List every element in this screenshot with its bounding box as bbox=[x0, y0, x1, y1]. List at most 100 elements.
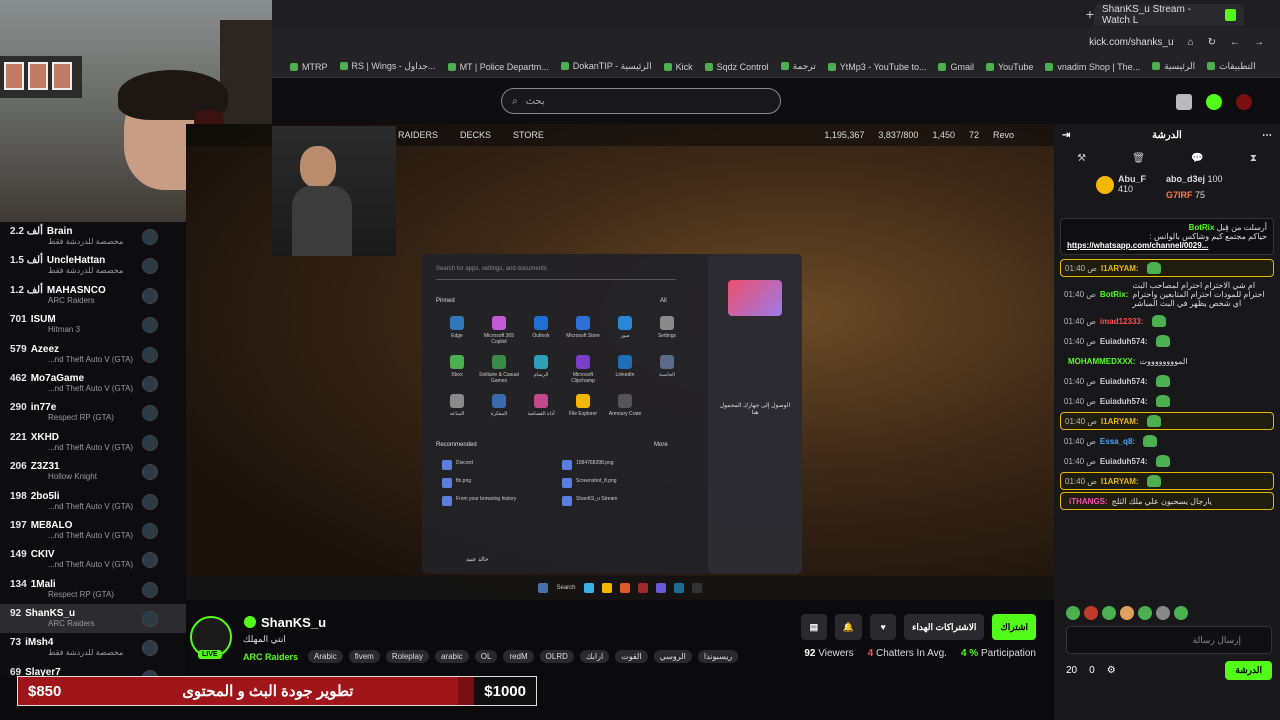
chat-message[interactable]: 01:40 ص Euiaduh574: bbox=[1060, 392, 1274, 410]
bookmark-item[interactable]: Sqdz Control bbox=[705, 62, 769, 72]
chat-message[interactable]: MOHAMMEDXXX: المووووووووت bbox=[1060, 352, 1274, 370]
stream-tag[interactable]: Roleplay bbox=[385, 650, 429, 663]
notification-bell-icon[interactable]: 🔔 bbox=[834, 614, 863, 640]
gift-subs-button[interactable]: الاشتراكات الهداء bbox=[904, 614, 985, 640]
reload-icon[interactable]: ↻ bbox=[1208, 37, 1216, 48]
picture-frame bbox=[4, 62, 24, 90]
back-icon[interactable]: ← bbox=[1230, 37, 1240, 48]
stream-tag[interactable]: arabic bbox=[434, 650, 469, 663]
clip-icon[interactable]: ▤ bbox=[800, 614, 827, 640]
bookmark-item[interactable]: MTRP bbox=[290, 62, 328, 72]
leaderboard-row[interactable]: 1.5 ألف UncleHattan مخصصة للدردشة فقط bbox=[0, 251, 186, 280]
bookmark-item[interactable]: vnadim Shop | The... bbox=[1045, 62, 1140, 72]
bookmark-item[interactable]: YtMp3 - YouTube to... bbox=[828, 62, 927, 72]
chat-message[interactable]: 01:40 ص Euiaduh574: bbox=[1060, 452, 1274, 470]
message-user[interactable]: Euiaduh574: bbox=[1100, 337, 1148, 346]
stream-tag[interactable]: OL bbox=[474, 650, 498, 663]
message-user[interactable]: I1ARYAM: bbox=[1101, 477, 1139, 486]
collapse-chat-icon[interactable]: ⇥ bbox=[1062, 130, 1070, 141]
bookmark-item[interactable]: ترجمة bbox=[781, 61, 816, 72]
chat-message[interactable]: 01:40 ص Euiaduh574: bbox=[1060, 332, 1274, 350]
new-tab-icon[interactable]: + bbox=[1086, 6, 1094, 22]
bookmark-item[interactable]: MT | Police Departm... bbox=[448, 62, 549, 72]
bookmark-item[interactable]: RS | Wings - جداول... bbox=[340, 61, 436, 72]
subscribe-button[interactable]: اشتراك bbox=[992, 614, 1036, 640]
leaderboard-row[interactable]: 149 CKIV ...nd Theft Auto V (GTA) bbox=[0, 545, 186, 574]
stream-tag[interactable]: redM bbox=[503, 650, 534, 663]
user-avatar[interactable] bbox=[1236, 94, 1252, 110]
recommended-item: Discord bbox=[442, 460, 562, 470]
bookmark-item[interactable]: DokanTIP - الرئيسية bbox=[561, 61, 652, 72]
chat-message[interactable]: 01:40 ص Euiaduh574: bbox=[1060, 372, 1274, 390]
emote-icon bbox=[1155, 335, 1170, 347]
url-text[interactable]: kick.com/shanks_u bbox=[1089, 37, 1173, 48]
search-input[interactable]: ⌕ بحث bbox=[501, 88, 781, 114]
forward-icon[interactable]: → bbox=[1254, 37, 1264, 48]
stream-tag[interactable]: Arabic bbox=[308, 650, 343, 663]
pinned-link[interactable]: https://whatsapp.com/channel/0029... bbox=[1067, 241, 1267, 250]
leaderboard-row[interactable]: 92 ShanKS_u ARC Raiders bbox=[0, 604, 186, 634]
chat-message[interactable]: 01:40 ص Essa_q8: bbox=[1060, 432, 1274, 450]
bookmark-item[interactable]: Kick bbox=[664, 62, 693, 72]
message-user[interactable]: Euiaduh574: bbox=[1100, 457, 1148, 466]
message-user[interactable]: BotRix: bbox=[1100, 290, 1128, 299]
message-user[interactable]: Euiaduh574: bbox=[1100, 377, 1148, 386]
leaderboard-row[interactable]: 579 Azeez ...nd Theft Auto V (GTA) bbox=[0, 340, 186, 369]
chat-message[interactable]: 01:40 ص BotRix: ام شي الاحترام احترام لمصا… bbox=[1060, 279, 1274, 310]
gift-icon[interactable] bbox=[1176, 94, 1192, 110]
streamer-name[interactable]: ShanKS_u bbox=[261, 615, 326, 630]
stream-video[interactable]: RAIDERS DECKS STORE 1,195,367 3,837/800 1,450… bbox=[186, 124, 1054, 600]
timer-icon[interactable]: ⧗ bbox=[1250, 153, 1257, 164]
send-chat-button[interactable]: الدرشة bbox=[1225, 660, 1272, 680]
stream-tag[interactable]: الروسي bbox=[653, 650, 692, 663]
leaderboard-row[interactable]: 198 2bo5li ...nd Theft Auto V (GTA) bbox=[0, 487, 186, 516]
chat-message[interactable]: 01:40 ص I1ARYAM: bbox=[1060, 259, 1274, 277]
chat-message[interactable]: 01:40 ص I1ARYAM: bbox=[1060, 472, 1274, 490]
chat-input[interactable]: إرسال رسالة bbox=[1066, 626, 1272, 654]
bookmark-item[interactable]: Gmail bbox=[938, 62, 974, 72]
bookmark-item[interactable]: YouTube bbox=[986, 62, 1033, 72]
stream-category[interactable]: ARC Raiders bbox=[243, 652, 298, 662]
follow-heart-icon[interactable]: ♥ bbox=[870, 614, 897, 640]
leaderboard-row[interactable]: 197 ME8ALO ...nd Theft Auto V (GTA) bbox=[0, 516, 186, 545]
pinned-message[interactable]: أرسلت من قِبل BotRix حياكم مجتمع كيم وشا… bbox=[1060, 218, 1274, 255]
chat-bubble-icon[interactable]: 💬 bbox=[1191, 153, 1203, 164]
chat-settings-icon[interactable]: ⚙ bbox=[1107, 665, 1116, 676]
stream-tag[interactable]: OLRD bbox=[539, 650, 574, 663]
leaderboard-row[interactable]: 2.2 ألف Brain مخصصة للدردشة فقط bbox=[0, 222, 186, 251]
chat-message[interactable]: 01:40 ص imad12333: bbox=[1060, 312, 1274, 330]
browser-tab[interactable]: ShanKS_u Stream - Watch L bbox=[1094, 4, 1244, 26]
stream-tag[interactable]: ريسبوندا bbox=[697, 650, 739, 663]
stream-tag[interactable]: ارابك bbox=[579, 650, 610, 663]
mod-tools-icon[interactable]: ⚒ bbox=[1077, 153, 1086, 164]
kick-logo-icon[interactable] bbox=[1206, 94, 1222, 110]
message-user[interactable]: Euiaduh574: bbox=[1100, 397, 1148, 406]
recommended-list: Discord 1584768398.png fbi.png Screenshot_8… bbox=[442, 460, 682, 506]
stream-tag[interactable]: fivem bbox=[348, 650, 380, 663]
home-icon[interactable]: ⌂ bbox=[1188, 37, 1194, 48]
leaderboard-row[interactable]: 73 iMsh4 مخصصة للدردشة فقط bbox=[0, 633, 186, 662]
message-user[interactable]: I1ARYAM: bbox=[1101, 264, 1139, 273]
chat-message[interactable]: iTHANGS: يارجال يسحبون علي ملك الثلج bbox=[1060, 492, 1274, 510]
leaderboard-row[interactable]: 1.2 ألف MAHASNCO ARC Raiders bbox=[0, 281, 186, 310]
message-user[interactable]: iTHANGS: bbox=[1069, 497, 1108, 506]
message-user[interactable]: I1ARYAM: bbox=[1101, 417, 1139, 426]
message-user[interactable]: imad12333: bbox=[1100, 317, 1144, 326]
leaderboard-row[interactable]: 134 1Mali Respect RP (GTA) bbox=[0, 575, 186, 604]
trash-icon[interactable]: 🗑 bbox=[1132, 153, 1145, 164]
leaderboard-entry: 206 Z3Z31 bbox=[10, 461, 186, 472]
chat-message[interactable]: 01:40 ص I1ARYAM: bbox=[1060, 412, 1274, 430]
message-user[interactable]: MOHAMMEDXXX: bbox=[1068, 357, 1136, 366]
bookmark-item[interactable]: التطبيقات bbox=[1207, 61, 1256, 72]
game-menu-item: RAIDERS bbox=[398, 130, 439, 140]
leaderboard-row[interactable]: 462 Mo7aGame ...nd Theft Auto V (GTA) bbox=[0, 369, 186, 398]
leaderboard-row[interactable]: 290 in77e Respect RP (GTA) bbox=[0, 398, 186, 427]
leaderboard-row[interactable]: 69 Slayer7 bbox=[0, 663, 186, 676]
stream-tag[interactable]: القوت bbox=[615, 650, 648, 663]
leaderboard-row[interactable]: 701 ISUM Hitman 3 bbox=[0, 310, 186, 339]
leaderboard-row[interactable]: 206 Z3Z31 Hollow Knight bbox=[0, 457, 186, 486]
message-user[interactable]: Essa_q8: bbox=[1100, 437, 1135, 446]
bookmark-item[interactable]: الرئيسية bbox=[1152, 61, 1195, 72]
leaderboard-row[interactable]: 221 XKHD ...nd Theft Auto V (GTA) bbox=[0, 428, 186, 457]
more-options-icon[interactable]: ⋯ bbox=[1262, 130, 1272, 141]
